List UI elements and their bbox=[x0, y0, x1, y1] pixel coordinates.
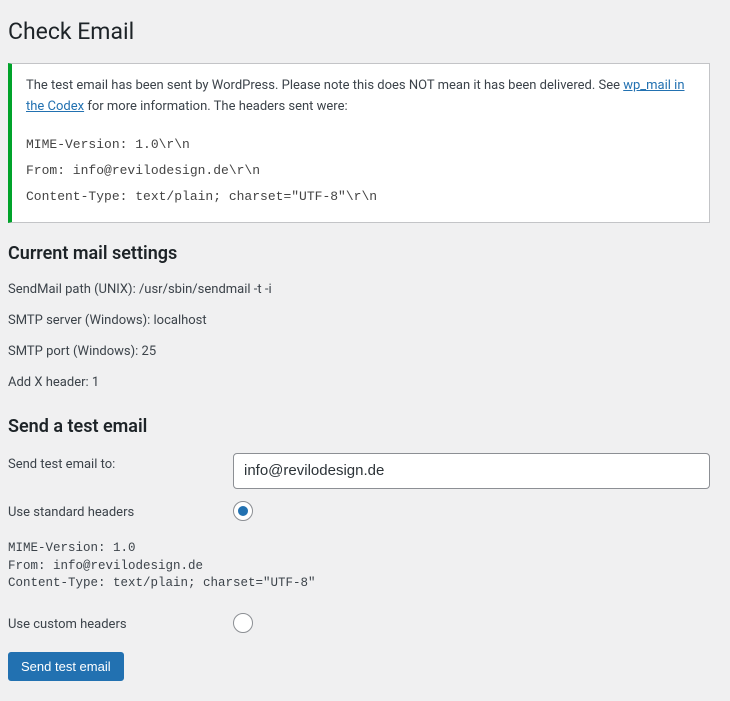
setting-smtp-port: SMTP port (Windows): 25 bbox=[8, 336, 710, 367]
custom-headers-label: Use custom headers bbox=[8, 607, 233, 642]
custom-headers-radio[interactable] bbox=[233, 613, 253, 633]
success-notice: The test email has been sent by WordPres… bbox=[8, 63, 710, 223]
test-form: Send test email to: Use standard headers… bbox=[8, 447, 710, 642]
standard-headers-radio[interactable] bbox=[233, 501, 253, 521]
notice-message: The test email has been sent by WordPres… bbox=[26, 76, 695, 118]
standard-headers-preview: MIME-Version: 1.0 From: info@revilodesig… bbox=[8, 536, 710, 601]
sent-headers-preview: MIME-Version: 1.0\r\n From: info@revilod… bbox=[26, 132, 695, 210]
setting-add-x-header: Add X header: 1 bbox=[8, 367, 710, 398]
setting-smtp-server: SMTP server (Windows): localhost bbox=[8, 305, 710, 336]
notice-text-suffix: for more information. The headers sent w… bbox=[84, 99, 348, 114]
page-title: Check Email bbox=[8, 18, 710, 45]
send-to-label: Send test email to: bbox=[8, 447, 233, 496]
send-to-input[interactable] bbox=[233, 453, 710, 490]
test-heading: Send a test email bbox=[8, 416, 710, 437]
settings-heading: Current mail settings bbox=[8, 243, 710, 264]
standard-headers-label: Use standard headers bbox=[8, 495, 233, 530]
notice-text-prefix: The test email has been sent by WordPres… bbox=[26, 78, 623, 93]
setting-sendmail-path: SendMail path (UNIX): /usr/sbin/sendmail… bbox=[8, 274, 710, 305]
send-test-email-button[interactable]: Send test email bbox=[8, 652, 124, 681]
